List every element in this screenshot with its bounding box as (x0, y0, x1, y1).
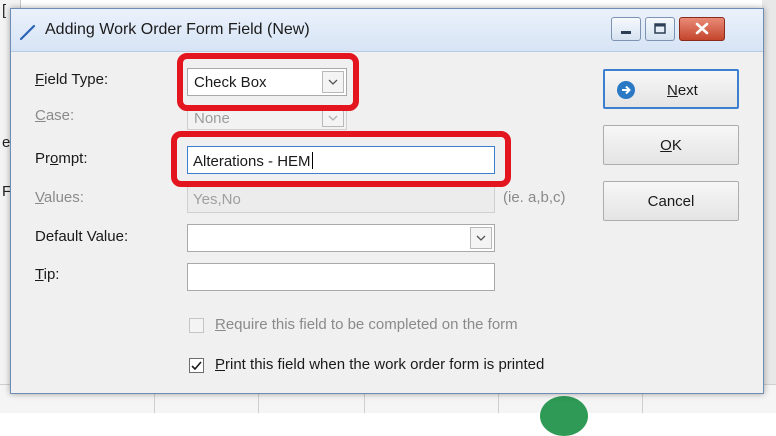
ok-button[interactable]: OK (603, 125, 739, 165)
values-hint: (ie. a,b,c) (503, 189, 566, 206)
background-app-strip-right (762, 0, 776, 412)
values-label: Values: (35, 189, 84, 206)
title-bar[interactable]: Adding Work Order Form Field (New) (11, 9, 763, 52)
print-checkbox[interactable] (189, 358, 204, 373)
tip-label: Tip: (35, 266, 60, 283)
chevron-down-icon (322, 109, 344, 127)
next-button[interactable]: Next (603, 69, 739, 109)
default-value-select[interactable] (187, 224, 495, 252)
highlight-field-type (177, 53, 359, 111)
default-value-label: Default Value: (35, 228, 129, 245)
close-button[interactable] (679, 17, 725, 41)
background-green-icon (540, 396, 588, 436)
prompt-label: Prompt: (35, 150, 88, 167)
require-checkbox-label: Require this field to be completed on th… (215, 316, 518, 333)
chevron-down-icon (470, 227, 492, 249)
highlight-prompt (171, 131, 511, 187)
add-field-dialog: Adding Work Order Form Field (New) Field… (10, 8, 764, 394)
require-checkbox (189, 318, 204, 333)
close-icon (695, 22, 709, 35)
dialog-title: Adding Work Order Form Field (New) (45, 21, 310, 38)
case-label: Case: (35, 107, 75, 124)
cancel-button[interactable]: Cancel (603, 181, 739, 221)
tip-input[interactable] (187, 263, 495, 291)
background-fragment: [ (2, 2, 7, 19)
maximize-button[interactable] (645, 17, 675, 41)
arrow-right-icon (617, 81, 635, 99)
print-checkbox-label[interactable]: Print this field when the work order for… (215, 356, 544, 373)
minimize-button[interactable] (611, 17, 641, 41)
checkmark-icon (191, 361, 202, 371)
pencil-icon (19, 24, 36, 41)
field-type-label: Field Type: (35, 71, 109, 88)
values-input: Yes,No (187, 185, 495, 213)
